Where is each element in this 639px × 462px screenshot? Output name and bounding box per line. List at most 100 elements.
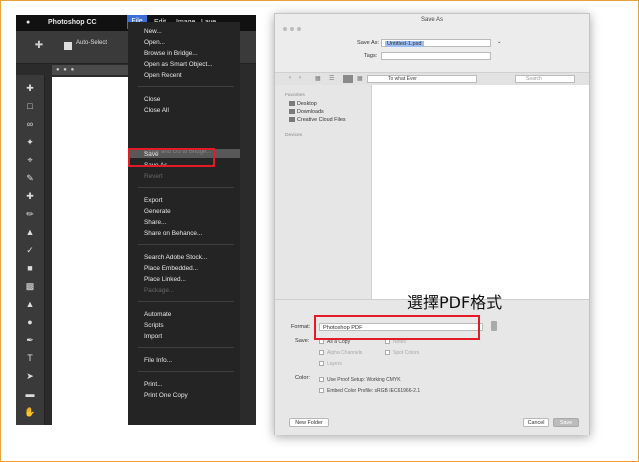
pen-icon[interactable]: ✒: [23, 335, 37, 345]
move-icon[interactable]: ✚: [23, 83, 37, 93]
new-folder-button[interactable]: New Folder: [289, 418, 329, 427]
lasso-icon[interactable]: ∞: [23, 119, 37, 129]
search-field[interactable]: Search: [515, 75, 575, 83]
folder-icon: [289, 101, 295, 107]
back-icon[interactable]: ‹: [289, 75, 291, 81]
file-browser[interactable]: [372, 85, 589, 299]
tags-label: Tags:: [364, 53, 378, 59]
eyedropper-icon[interactable]: ✎: [23, 173, 37, 183]
menu-item-place-linked[interactable]: Place Linked...: [144, 276, 186, 283]
embed-profile-label: Embed Color Profile: sRGB IEC61966-2.1: [327, 388, 421, 394]
apple-icon[interactable]: ●: [26, 15, 30, 31]
menu-app-name[interactable]: Photoshop CC: [48, 15, 97, 31]
zoom-icon[interactable]: [297, 27, 301, 31]
sidebar-item-downloads[interactable]: Downloads: [289, 109, 324, 115]
column-view-icon[interactable]: [343, 75, 353, 83]
save-highlight-box: [128, 148, 215, 167]
menu-separator: [138, 301, 234, 302]
spot-colors-checkbox[interactable]: [385, 350, 390, 355]
menu-item-search-stock[interactable]: Search Adobe Stock...: [144, 254, 207, 261]
layers-checkbox[interactable]: [319, 361, 324, 366]
search-placeholder: Search: [526, 76, 542, 82]
group-icon[interactable]: ▦: [357, 75, 363, 82]
menu-item-browse-bridge[interactable]: Browse in Bridge...: [144, 50, 198, 57]
move-tool-icon[interactable]: ✚: [33, 40, 45, 52]
stamp-icon[interactable]: ▲: [23, 227, 37, 237]
save-as-dialog: Save As Save As: Untitled-1.psd ⌄ Tags: …: [274, 13, 590, 435]
format-label: Format:: [291, 324, 311, 330]
eraser-icon[interactable]: ■: [23, 263, 37, 273]
alpha-channels-checkbox[interactable]: [319, 350, 324, 355]
format-stepper-icon[interactable]: [491, 321, 497, 331]
menu-item-print-one-copy[interactable]: Print One Copy: [144, 392, 188, 399]
menu-item-import[interactable]: Import: [144, 333, 162, 340]
layers-label: Layers: [327, 361, 343, 367]
proof-setup-checkbox[interactable]: [319, 377, 324, 382]
menu-item-new[interactable]: New...: [144, 28, 162, 35]
menu-separator: [138, 187, 234, 188]
marquee-icon[interactable]: □: [23, 101, 37, 111]
brush-icon[interactable]: ✏: [23, 209, 37, 219]
menu-separator: [138, 371, 234, 372]
download-icon: [289, 109, 295, 115]
document-canvas[interactable]: [52, 77, 136, 425]
menu-item-package: Package...: [144, 287, 175, 294]
file-menu: New... Open... Browse in Bridge... Open …: [128, 22, 240, 425]
expand-icon[interactable]: ⌄: [497, 39, 502, 45]
close-icon[interactable]: [283, 27, 287, 31]
menu-item-automate[interactable]: Automate: [144, 311, 171, 318]
menu-item-open-smart-object[interactable]: Open as Smart Object...: [144, 61, 213, 68]
save-button[interactable]: Save: [553, 418, 579, 427]
list-view-icon[interactable]: ☰: [329, 75, 334, 82]
menu-item-file-info[interactable]: File Info...: [144, 357, 172, 364]
dialog-title: Save As: [420, 17, 443, 23]
path-select-icon[interactable]: ➤: [23, 371, 37, 381]
menu-item-open-recent[interactable]: Open Recent: [144, 72, 182, 79]
window-controls-icon: ● ● ●: [56, 67, 76, 73]
menu-separator: [138, 244, 234, 245]
annotation-label: 選擇PDF格式: [407, 293, 503, 312]
save-as-field[interactable]: Untitled-1.psd: [381, 39, 491, 47]
blur-icon[interactable]: ▲: [23, 299, 37, 309]
favorites-header: Favorites: [285, 93, 305, 98]
healing-icon[interactable]: ✚: [23, 191, 37, 201]
menu-item-print[interactable]: Print...: [144, 381, 162, 388]
tools-panel: ✚ □ ∞ ✦ ⌖ ✎ ✚ ✏ ▲ ✓ ■ ▩ ▲ ● ✒ T ➤ ▬ ✋: [16, 75, 45, 425]
shape-icon[interactable]: ▬: [23, 389, 37, 399]
menu-item-export[interactable]: Export: [144, 197, 162, 204]
menu-item-generate[interactable]: Generate: [144, 208, 171, 215]
embed-profile-checkbox[interactable]: [319, 388, 324, 393]
location-value: To what Ever: [388, 76, 417, 82]
proof-setup-label: Use Proof Setup: Working CMYK: [327, 377, 401, 383]
alpha-channels-label: Alpha Channels: [327, 350, 363, 356]
folder-icon: [289, 117, 295, 123]
format-highlight-box: [314, 315, 480, 340]
sidebar-item-creative-cloud[interactable]: Creative Cloud Files: [289, 117, 346, 123]
hand-icon[interactable]: ✋: [23, 407, 37, 417]
devices-header: Devices: [285, 133, 303, 138]
dodge-icon[interactable]: ●: [23, 317, 37, 327]
icon-view-icon[interactable]: ▦: [315, 75, 321, 82]
menu-item-revert: Revert: [144, 173, 163, 180]
menu-item-close[interactable]: Close: [144, 96, 160, 103]
menu-item-close-all[interactable]: Close All: [144, 107, 169, 114]
menu-item-place-embedded[interactable]: Place Embedded...: [144, 265, 198, 272]
menu-item-share-behance[interactable]: Share on Behance...: [144, 230, 202, 237]
minimize-icon[interactable]: [290, 27, 294, 31]
forward-icon[interactable]: ›: [299, 75, 301, 81]
menu-item-share[interactable]: Share...: [144, 219, 166, 226]
auto-select-checkbox[interactable]: [64, 42, 72, 50]
menu-item-open[interactable]: Open...: [144, 39, 165, 46]
gradient-icon[interactable]: ▩: [23, 281, 37, 291]
location-popup[interactable]: To what Ever: [367, 75, 477, 83]
history-brush-icon[interactable]: ✓: [23, 245, 37, 255]
sidebar-item-desktop[interactable]: Desktop: [289, 101, 317, 107]
menu-item-scripts[interactable]: Scripts: [144, 322, 164, 329]
type-icon[interactable]: T: [23, 353, 37, 363]
auto-select-label: Auto-Select: [76, 40, 108, 46]
magic-wand-icon[interactable]: ✦: [23, 137, 37, 147]
cancel-button[interactable]: Cancel: [523, 418, 549, 427]
tags-field[interactable]: [381, 52, 491, 60]
spot-colors-label: Spot Colors: [393, 350, 420, 356]
crop-icon[interactable]: ⌖: [23, 155, 37, 165]
